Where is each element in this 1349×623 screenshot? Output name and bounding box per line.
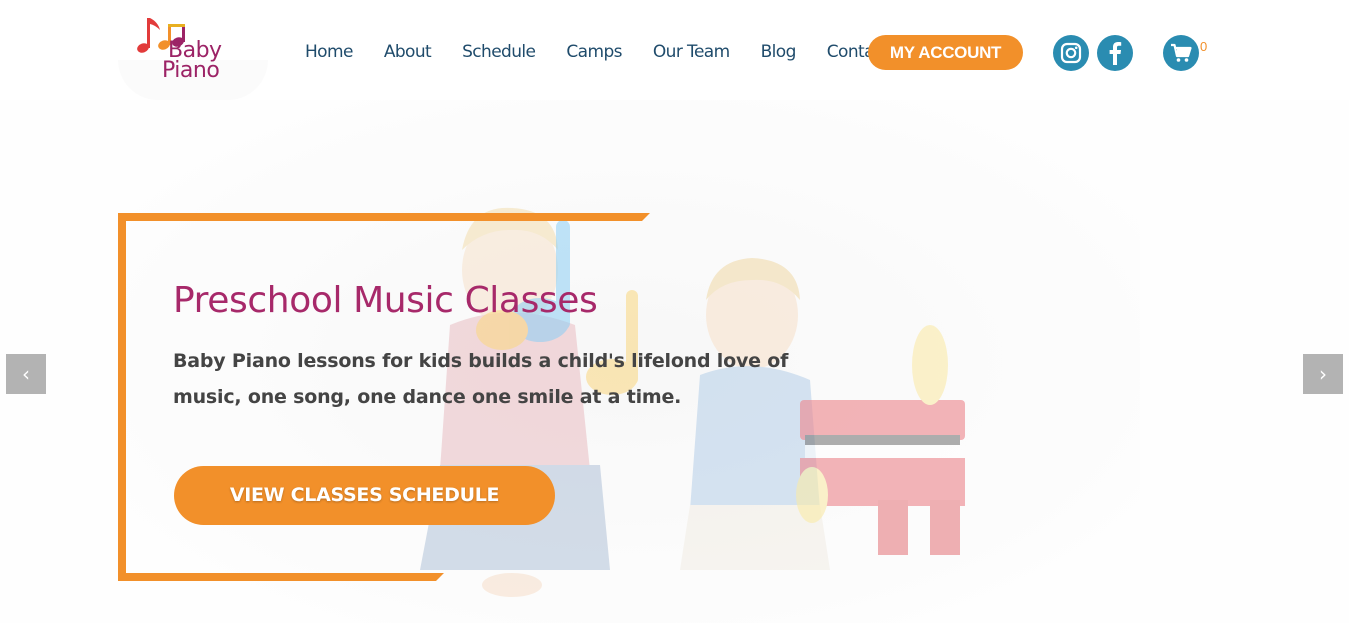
nav-home[interactable]: Home <box>305 41 353 63</box>
hero-description: Baby Piano lessons for kids builds a chi… <box>173 350 789 408</box>
nav-camps[interactable]: Camps <box>566 41 622 63</box>
my-account-button[interactable]: MY ACCOUNT <box>868 35 1023 70</box>
facebook-icon <box>1109 42 1122 65</box>
slider-next-arrow[interactable]: › <box>1303 354 1343 394</box>
slider-prev-arrow[interactable]: ‹ <box>6 354 46 394</box>
main-navigation: Home About Schedule Camps Our Team Blog … <box>305 41 889 63</box>
nav-our-team[interactable]: Our Team <box>653 41 730 63</box>
nav-schedule[interactable]: Schedule <box>462 41 536 63</box>
cart-count-badge: 0 <box>1200 39 1208 54</box>
cart-button[interactable] <box>1163 35 1199 71</box>
instagram-link[interactable] <box>1053 35 1089 71</box>
nav-blog[interactable]: Blog <box>761 41 797 63</box>
instagram-icon <box>1060 42 1082 64</box>
cart-icon <box>1171 43 1192 62</box>
baby-piano-logo[interactable]: Baby Piano <box>118 10 268 100</box>
nav-about[interactable]: About <box>384 41 432 63</box>
facebook-link[interactable] <box>1097 35 1133 71</box>
site-header: Baby Piano Home About Schedule Camps Our… <box>0 0 1349 100</box>
view-classes-schedule-button[interactable]: VIEW CLASSES SCHEDULE <box>174 466 555 525</box>
hero-title: Preschool Music Classes <box>173 280 598 321</box>
logo-word-piano: Piano <box>162 58 220 83</box>
